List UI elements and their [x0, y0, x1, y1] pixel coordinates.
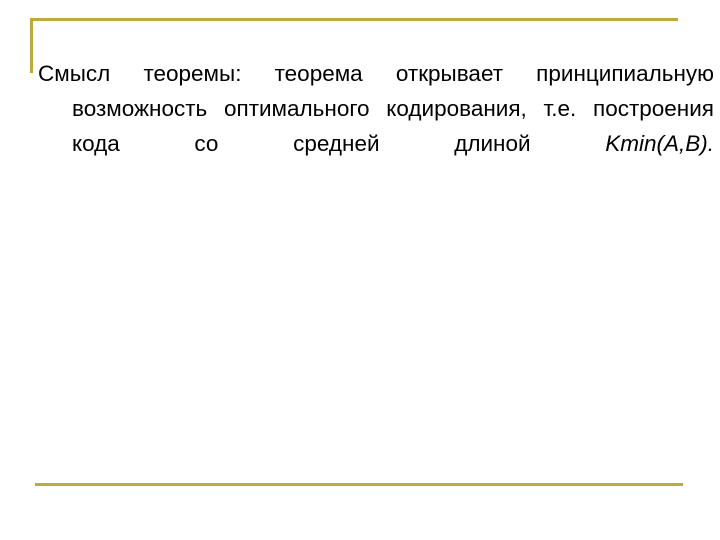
- slide-body-paragraph: Смысл теоремы: теорема открывает принцип…: [38, 56, 714, 196]
- left-border-rule: [30, 18, 33, 73]
- bottom-horizontal-rule: [35, 483, 683, 486]
- top-border-rule: [30, 18, 678, 21]
- slide-canvas: Смысл теоремы: теорема открывает принцип…: [0, 0, 720, 540]
- average-length-formula: Kmin(A,B).: [605, 130, 714, 156]
